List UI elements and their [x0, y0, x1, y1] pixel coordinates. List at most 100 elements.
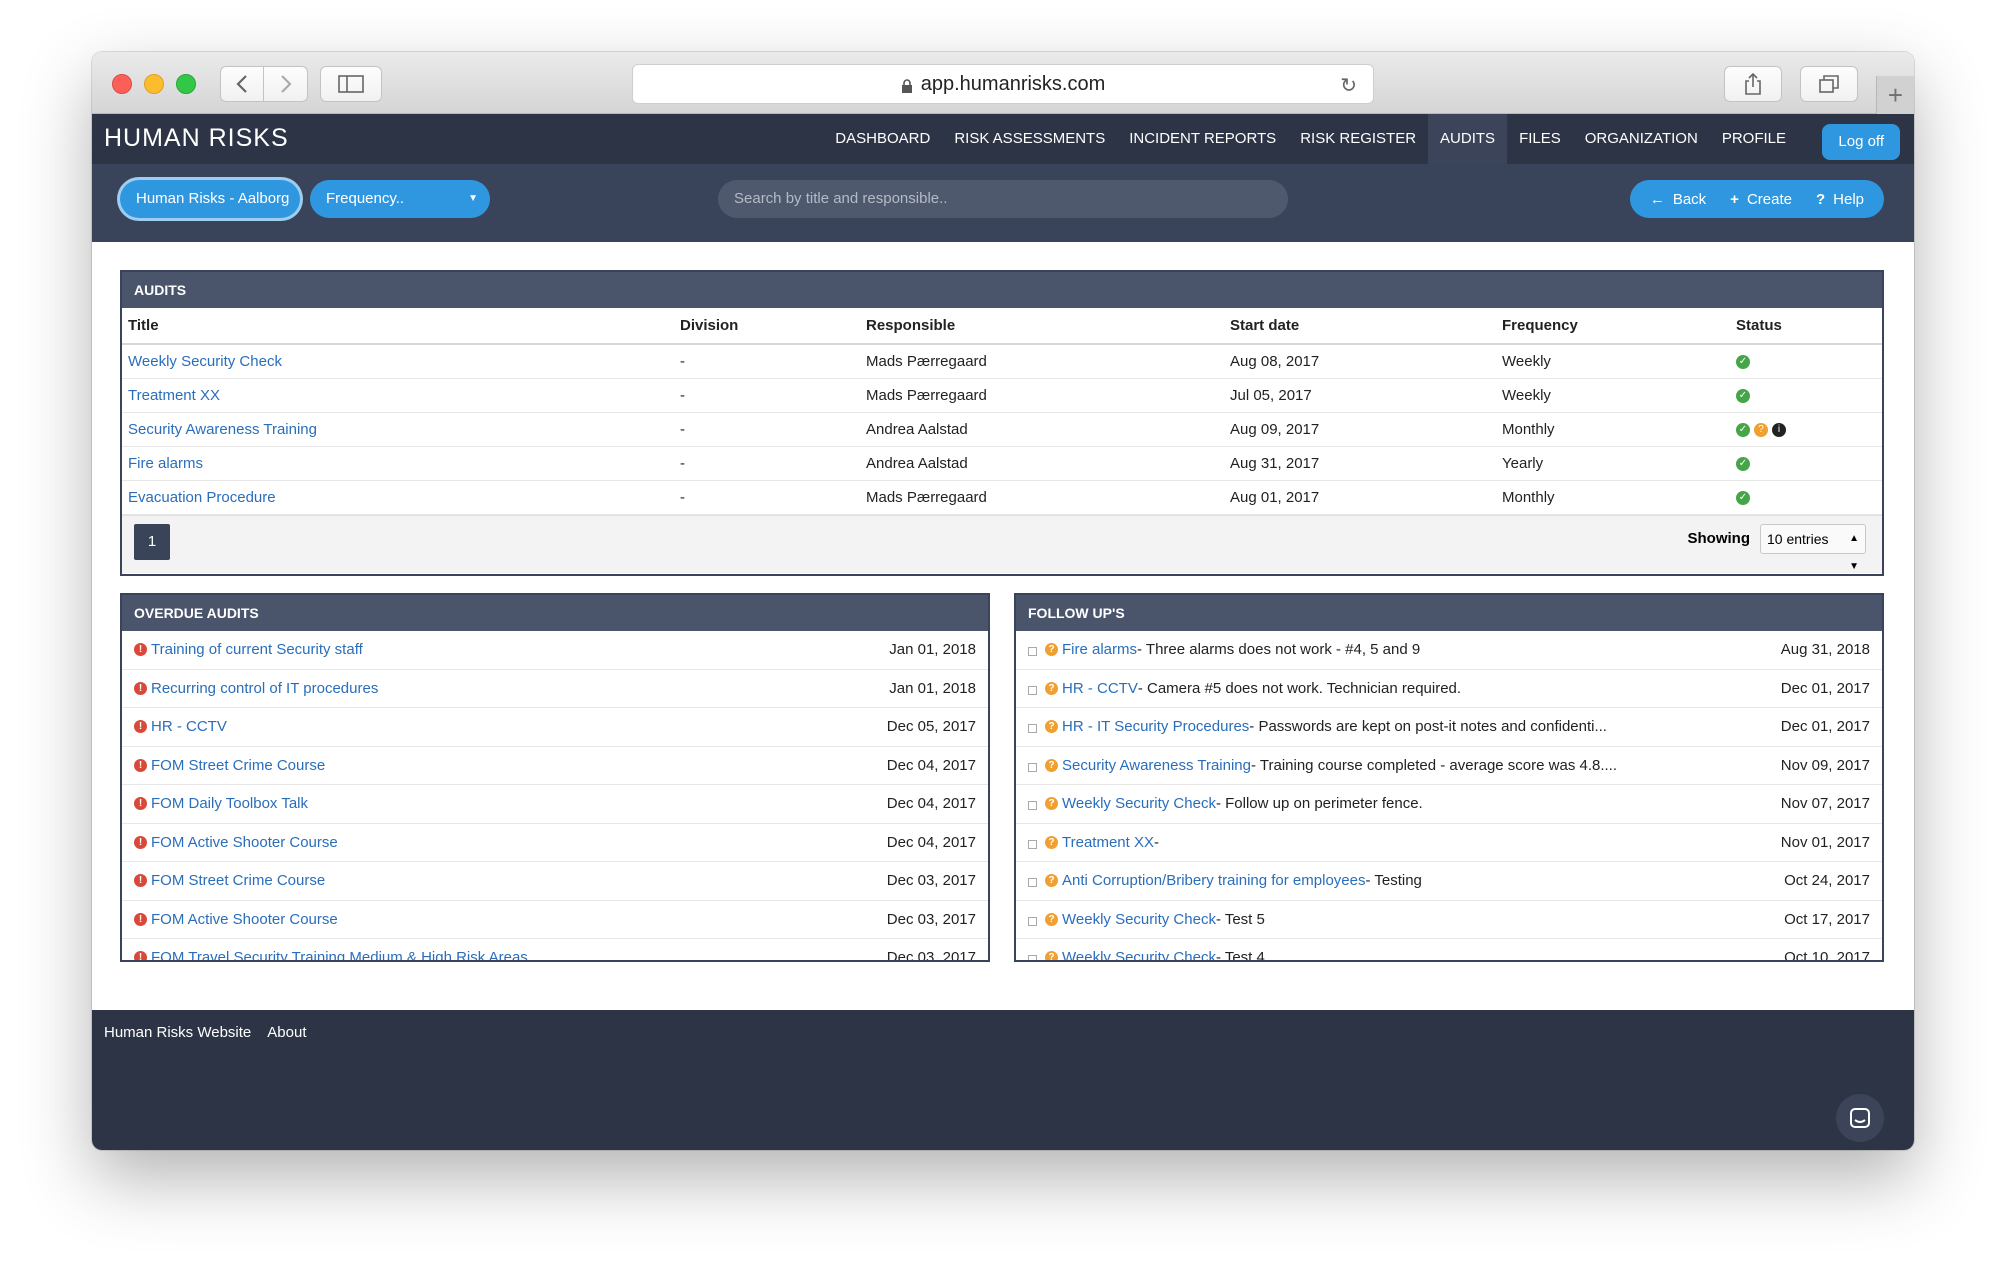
- list-item[interactable]: ? Treatment XX - Nov 01, 2017: [1016, 824, 1882, 862]
- list-item[interactable]: ? Anti Corruption/Bribery training for em…: [1016, 862, 1882, 901]
- chat-button[interactable]: [1836, 1094, 1884, 1142]
- overdue-title-link[interactable]: Recurring control of IT procedures: [151, 680, 378, 697]
- followup-link[interactable]: Weekly Security Check: [1062, 949, 1216, 960]
- table-row[interactable]: Security Awareness Training - Andrea Aal…: [122, 412, 1882, 447]
- maximize-window-button[interactable]: [176, 74, 196, 94]
- list-item[interactable]: ! Training of current Security staff Jan 0…: [122, 631, 988, 670]
- overdue-date: Dec 03, 2017: [886, 910, 976, 928]
- menu-item-dashboard[interactable]: DASHBOARD: [823, 114, 942, 164]
- list-item[interactable]: ? Weekly Security Check - Test 5 Oct 17, 2…: [1016, 901, 1882, 939]
- browser-sidebar-button[interactable]: [320, 66, 382, 102]
- followup-checkbox[interactable]: [1028, 724, 1037, 734]
- overdue-title-link[interactable]: FOM Active Shooter Course: [151, 911, 338, 928]
- entries-select[interactable]: 10 entries ▲ ▼: [1760, 523, 1866, 572]
- followup-link[interactable]: Treatment XX: [1062, 834, 1154, 851]
- list-item[interactable]: ! FOM Street Crime Course Dec 03, 2017: [122, 862, 988, 901]
- pagination-page-1[interactable]: 1: [134, 523, 170, 560]
- division-select[interactable]: Human Risks - Aalborg: [120, 180, 300, 218]
- followup-link[interactable]: HR - CCTV: [1062, 680, 1138, 697]
- show-tabs-button[interactable]: [1800, 66, 1858, 102]
- audit-title-link[interactable]: Fire alarms: [128, 455, 203, 472]
- log-off-button[interactable]: Log off: [1822, 124, 1900, 160]
- followup-date: Oct 10, 2017: [1784, 949, 1870, 962]
- followup-checkbox[interactable]: [1028, 916, 1037, 926]
- address-bar[interactable]: app.humanrisks.com ↻: [632, 64, 1374, 104]
- footer-link-about[interactable]: About: [267, 1024, 306, 1041]
- column-header-title[interactable]: Title: [122, 308, 674, 345]
- followup-panel-title: FOLLOW UP'S: [1016, 595, 1882, 631]
- table-row[interactable]: Treatment XX - Mads Pærregaard Jul 05, 2…: [122, 378, 1882, 413]
- overdue-title-link[interactable]: FOM Active Shooter Course: [151, 834, 338, 851]
- list-item[interactable]: ! FOM Active Shooter Course Dec 03, 2017: [122, 901, 988, 939]
- followup-checkbox[interactable]: [1028, 801, 1037, 811]
- list-item[interactable]: ? Security Awareness Training - Training …: [1016, 747, 1882, 785]
- column-header-division[interactable]: Division: [674, 308, 860, 345]
- logo[interactable]: HUMAN RISKS: [104, 124, 289, 153]
- list-item[interactable]: ? Weekly Security Check - Test 4 Oct 10, 2…: [1016, 939, 1882, 962]
- followup-checkbox[interactable]: [1028, 762, 1037, 772]
- create-button[interactable]: + Create: [1718, 191, 1804, 208]
- table-row[interactable]: Weekly Security Check - Mads Pærregaard …: [122, 344, 1882, 379]
- followup-link[interactable]: Weekly Security Check: [1062, 795, 1216, 812]
- frequency-select[interactable]: Frequency.. ▼: [310, 180, 490, 218]
- menu-item-organization[interactable]: ORGANIZATION: [1573, 114, 1710, 164]
- minimize-window-button[interactable]: [144, 74, 164, 94]
- audit-title-link[interactable]: Weekly Security Check: [128, 353, 282, 370]
- list-item[interactable]: ! Recurring control of IT procedures Jan 0…: [122, 670, 988, 708]
- followup-link[interactable]: Fire alarms: [1062, 641, 1137, 658]
- followup-link[interactable]: Weekly Security Check: [1062, 911, 1216, 928]
- overdue-title-link[interactable]: FOM Travel Security Training Medium & Hi…: [151, 949, 528, 960]
- menu-item-profile[interactable]: PROFILE: [1710, 114, 1798, 164]
- sidebar-icon: [338, 75, 364, 93]
- column-header-start-date[interactable]: Start date: [1224, 308, 1496, 345]
- close-window-button[interactable]: [112, 74, 132, 94]
- followup-checkbox[interactable]: [1028, 685, 1037, 695]
- back-button[interactable]: ← Back: [1638, 191, 1718, 208]
- info-circle-icon[interactable]: i: [1772, 422, 1786, 437]
- list-item[interactable]: ! HR - CCTV Dec 05, 2017: [122, 708, 988, 747]
- search-input[interactable]: Search by title and responsible..: [718, 180, 1288, 218]
- overdue-title-link[interactable]: FOM Daily Toolbox Talk: [151, 795, 308, 812]
- column-header-status[interactable]: Status: [1730, 308, 1882, 345]
- audit-title-link[interactable]: Evacuation Procedure: [128, 489, 276, 506]
- overdue-title-link[interactable]: HR - CCTV: [151, 718, 227, 735]
- followup-checkbox[interactable]: [1028, 647, 1037, 657]
- audit-title-link[interactable]: Security Awareness Training: [128, 421, 317, 438]
- browser-back-button[interactable]: [220, 66, 264, 102]
- followup-checkbox[interactable]: [1028, 878, 1037, 888]
- column-header-frequency[interactable]: Frequency: [1496, 308, 1730, 345]
- new-tab-button[interactable]: +: [1876, 76, 1914, 114]
- menu-item-audits[interactable]: AUDITS: [1428, 114, 1508, 164]
- footer-link-website[interactable]: Human Risks Website: [104, 1024, 251, 1041]
- check-circle-icon: ✓: [1736, 354, 1750, 369]
- menu-item-files[interactable]: FILES: [1507, 114, 1573, 164]
- list-item[interactable]: ! FOM Travel Security Training Medium & H…: [122, 939, 988, 960]
- menu-item-risk-assessments[interactable]: RISK ASSESSMENTS: [942, 114, 1117, 164]
- overdue-title-link[interactable]: Training of current Security staff: [151, 641, 363, 658]
- help-button[interactable]: ? Help: [1804, 191, 1876, 208]
- list-item[interactable]: ! FOM Street Crime Course Dec 04, 2017: [122, 747, 988, 785]
- share-button[interactable]: [1724, 66, 1782, 102]
- list-item[interactable]: ! FOM Active Shooter Course Dec 04, 2017: [122, 824, 988, 862]
- overdue-title-link[interactable]: FOM Street Crime Course: [151, 757, 325, 774]
- audit-title-link[interactable]: Treatment XX: [128, 387, 220, 404]
- menu-item-incident-reports[interactable]: INCIDENT REPORTS: [1117, 114, 1288, 164]
- column-header-responsible[interactable]: Responsible: [860, 308, 1224, 345]
- followup-link[interactable]: Anti Corruption/Bribery training for emp…: [1062, 872, 1365, 889]
- reload-icon[interactable]: ↻: [1340, 73, 1357, 98]
- overdue-title-link[interactable]: FOM Street Crime Course: [151, 872, 325, 889]
- question-circle-icon[interactable]: ?: [1754, 422, 1768, 437]
- followup-link[interactable]: Security Awareness Training: [1062, 757, 1251, 774]
- list-item[interactable]: ? HR - CCTV - Camera #5 does not work. Te…: [1016, 670, 1882, 708]
- followup-checkbox[interactable]: [1028, 955, 1037, 960]
- followup-checkbox[interactable]: [1028, 839, 1037, 849]
- list-item[interactable]: ? HR - IT Security Procedures - Passwords…: [1016, 708, 1882, 747]
- list-item[interactable]: ! FOM Daily Toolbox Talk Dec 04, 2017: [122, 785, 988, 824]
- list-item[interactable]: ? Fire alarms - Three alarms does not wor…: [1016, 631, 1882, 670]
- table-row[interactable]: Evacuation Procedure - Mads Pærregaard A…: [122, 480, 1882, 515]
- menu-item-risk-register[interactable]: RISK REGISTER: [1288, 114, 1428, 164]
- followup-link[interactable]: HR - IT Security Procedures: [1062, 718, 1249, 735]
- table-row[interactable]: Fire alarms - Andrea Aalstad Aug 31, 201…: [122, 446, 1882, 481]
- browser-forward-button[interactable]: [264, 66, 308, 102]
- list-item[interactable]: ? Weekly Security Check - Follow up on pe…: [1016, 785, 1882, 824]
